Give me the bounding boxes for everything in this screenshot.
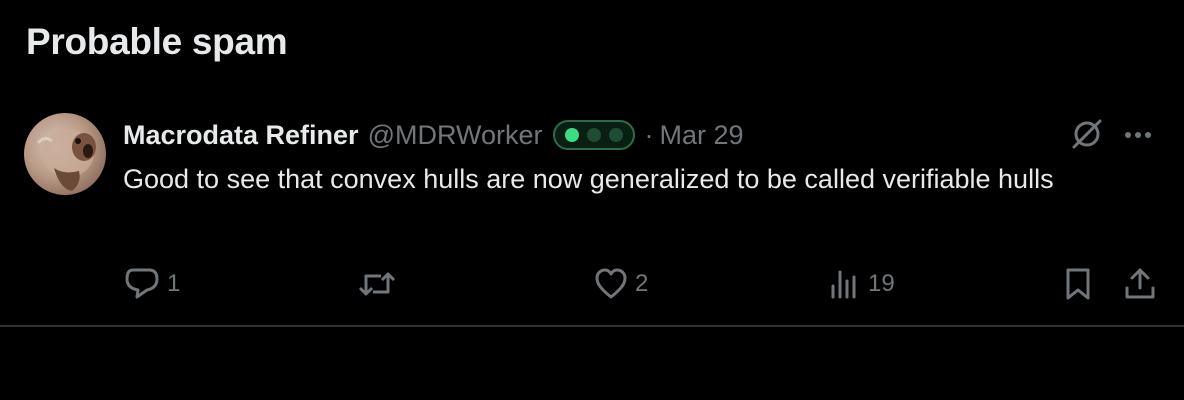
retweet-icon [357, 266, 397, 302]
views-icon [828, 266, 862, 302]
share-button[interactable] [1123, 266, 1157, 302]
separator: · [644, 119, 654, 150]
grok-icon[interactable] [1068, 115, 1106, 153]
tweet-date[interactable]: Mar 29 [660, 120, 744, 151]
user-handle[interactable]: @MDRWorker [368, 120, 543, 151]
reply-count: 1 [167, 270, 181, 297]
heart-icon [593, 266, 629, 302]
reply-button[interactable]: 1 [123, 266, 180, 302]
tweet-header: Macrodata Refiner @MDRWorker · Mar 29 [123, 115, 744, 155]
section-title: Probable spam [26, 21, 288, 62]
badge-dot [608, 128, 623, 142]
display-name[interactable]: Macrodata Refiner [123, 120, 359, 151]
views-button[interactable]: 19 [828, 266, 895, 302]
tweet-text: Good to see that convex hulls are now ge… [123, 164, 1054, 194]
like-button[interactable]: 2 [593, 266, 648, 302]
retweet-button[interactable] [357, 266, 403, 302]
status-badge [552, 120, 635, 150]
share-icon [1123, 266, 1157, 302]
more-icon[interactable] [1120, 117, 1156, 153]
reply-icon [123, 266, 161, 302]
badge-dot-active [564, 128, 579, 142]
bookmark-icon [1063, 266, 1093, 302]
badge-dot [586, 128, 601, 142]
views-count: 19 [868, 270, 895, 297]
bookmark-button[interactable] [1063, 266, 1093, 302]
divider [0, 325, 1184, 327]
avatar-image [36, 129, 96, 191]
like-count: 2 [635, 270, 649, 297]
avatar[interactable] [24, 113, 106, 195]
